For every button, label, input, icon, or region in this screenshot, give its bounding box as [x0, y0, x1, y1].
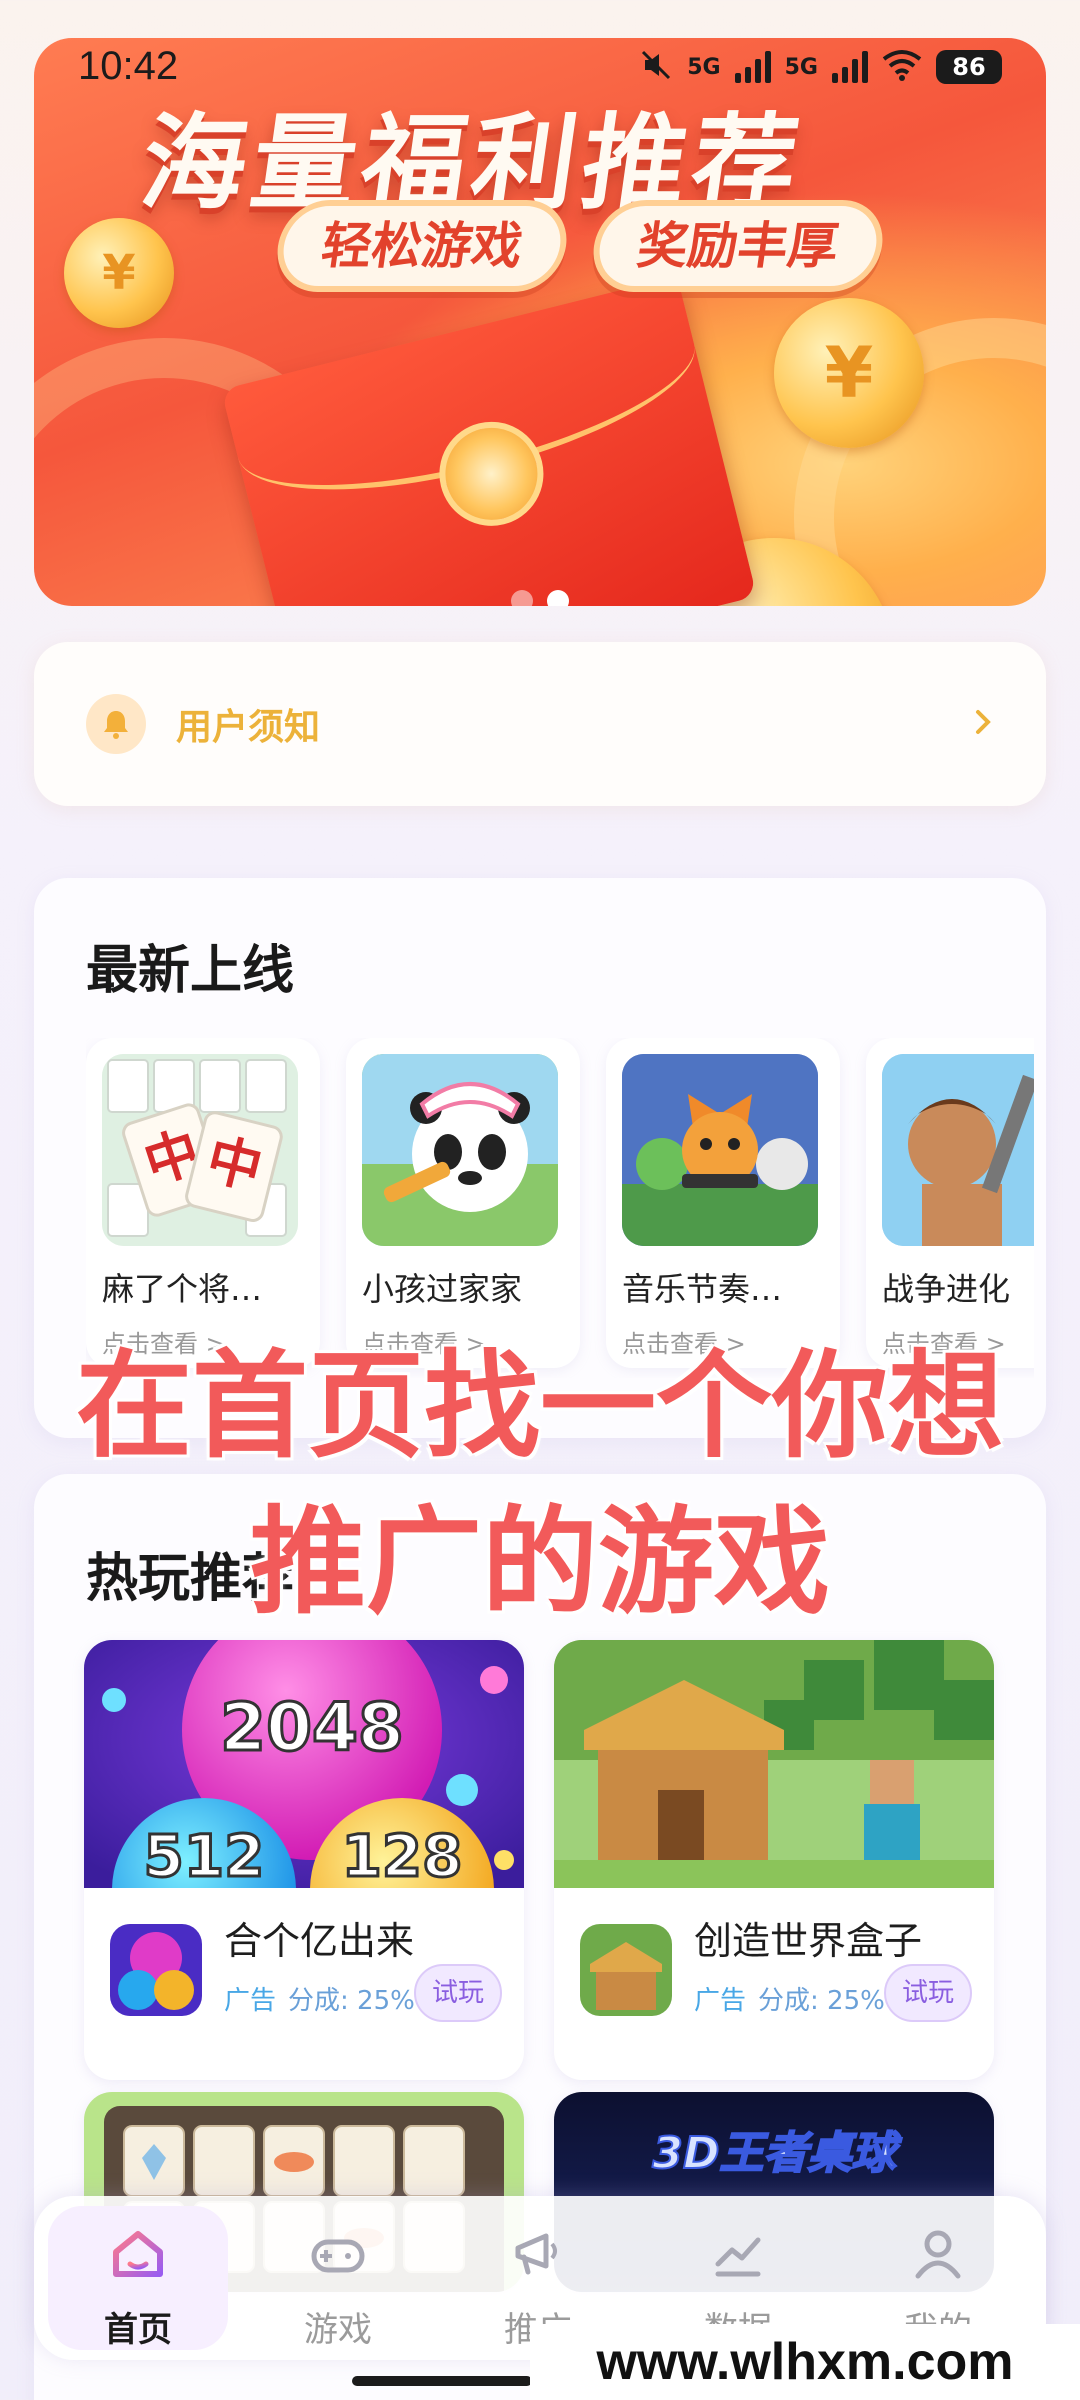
megaphone-icon — [510, 2226, 566, 2282]
game-view-link[interactable]: 点击查看 > — [622, 1324, 746, 1359]
game-view-link[interactable]: 点击查看 > — [362, 1324, 486, 1359]
ad-tag: 广告 — [694, 1986, 747, 2016]
game-name: 合个亿出来 — [224, 1919, 415, 1963]
red-envelope-illustration — [221, 276, 757, 606]
banner-tag-rich-rewards: 奖励丰厚 — [587, 200, 889, 292]
game-name: 创造世界盒子 — [694, 1919, 923, 1963]
game-tile[interactable]: 小孩过家家 点击查看 > — [346, 1038, 580, 1368]
user-icon — [910, 2226, 966, 2282]
carousel-dot-active[interactable] — [547, 590, 569, 606]
ad-tag: 广告 — [224, 1986, 277, 2016]
carousel-indicator — [34, 590, 1046, 606]
game-icon-mahjong: 中 中 — [102, 1054, 298, 1246]
nav-label: 首页 — [104, 2310, 172, 2350]
cover-text: 2048 — [220, 1689, 404, 1766]
chevron-right-icon — [974, 700, 994, 748]
try-play-button[interactable]: 试玩 — [884, 1964, 972, 2022]
game-icon-war-evolution — [882, 1054, 1034, 1246]
game-meta: 广告 分成: 25% — [224, 1980, 415, 2017]
game-icon-panda — [362, 1054, 558, 1246]
hot-game-card[interactable]: 2048 512 128 合个亿出来 广告 分成: 25% 试玩 — [84, 1640, 524, 2080]
banner-tag-easy-games: 轻松游戏 — [271, 200, 573, 292]
user-notice-bar[interactable]: 用户须知 — [34, 642, 1046, 806]
new-release-list[interactable]: 中 中 麻了个将… 点击查看 > 小孩过家家 点击查看 > 音乐节奏… 点击查看… — [86, 1038, 1034, 1378]
game-icon-2048 — [110, 1924, 202, 2016]
section-title-hot-games: 热玩推荐 — [86, 1549, 295, 1609]
game-cover-world-box — [554, 1640, 994, 1888]
user-notice-label: 用户须知 — [176, 707, 321, 748]
cover-text: 128 — [341, 1822, 462, 1888]
game-tile[interactable]: 战争进化 点击查看 > — [866, 1038, 1034, 1368]
chart-icon — [710, 2226, 766, 2282]
game-icon-world-box — [580, 1924, 672, 2016]
home-indicator[interactable] — [352, 2376, 532, 2386]
promo-banner[interactable]: ¥ ¥ ¥ 海量福利推荐 轻松游戏 奖励丰厚 — [34, 38, 1046, 606]
game-name: 小孩过家家 — [362, 1270, 523, 1308]
game-name: 战争进化 — [882, 1270, 1011, 1308]
revenue-share: 分成: 25% — [288, 1986, 415, 2016]
gamepad-icon — [310, 2226, 366, 2282]
game-tile[interactable]: 音乐节奏… 点击查看 > — [606, 1038, 840, 1368]
game-view-link[interactable]: 点击查看 > — [102, 1324, 226, 1359]
bell-icon — [86, 694, 146, 754]
game-meta: 广告 分成: 25% — [694, 1980, 885, 2017]
game-name: 麻了个将… — [102, 1270, 263, 1308]
game-icon-music-rhythm — [622, 1054, 818, 1246]
cover-text: 512 — [143, 1822, 264, 1888]
site-watermark: www.wlhxm.com — [530, 2324, 1080, 2400]
coin-icon: ¥ — [774, 298, 924, 448]
game-cover-2048: 2048 512 128 — [84, 1640, 524, 1982]
nav-item-games[interactable]: 游戏 — [248, 2206, 428, 2350]
cover-text: 3D王者桌球 — [652, 2128, 902, 2179]
carousel-dot[interactable] — [511, 590, 533, 606]
revenue-share: 分成: 25% — [758, 1986, 885, 2016]
home-icon — [110, 2226, 166, 2282]
nav-label: 游戏 — [304, 2310, 372, 2350]
game-name: 音乐节奏… — [622, 1270, 783, 1308]
coin-icon: ¥ — [64, 218, 174, 328]
section-title-new-release: 最新上线 — [86, 941, 295, 1001]
game-view-link[interactable]: 点击查看 > — [882, 1324, 1006, 1359]
new-release-section: 最新上线 中 中 麻了个将… 点击查看 > 小孩过家家 点击查看 > 音乐节奏…… — [34, 878, 1046, 1438]
hot-game-card[interactable]: 创造世界盒子 广告 分成: 25% 试玩 — [554, 1640, 994, 2080]
nav-item-home[interactable]: 首页 — [48, 2206, 228, 2350]
try-play-button[interactable]: 试玩 — [414, 1964, 502, 2022]
game-tile[interactable]: 中 中 麻了个将… 点击查看 > — [86, 1038, 320, 1368]
